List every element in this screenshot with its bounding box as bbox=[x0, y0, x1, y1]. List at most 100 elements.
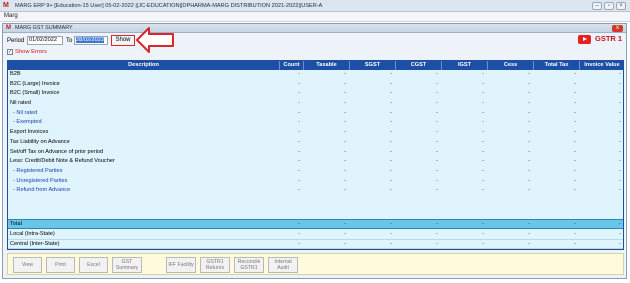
table-row[interactable]: - Refund from Advance - - - - - - - - bbox=[8, 186, 623, 196]
table-row[interactable]: Local (Intra-State) - - - - - - - - bbox=[8, 230, 623, 240]
cell-cgst: - bbox=[436, 100, 438, 107]
cell-cgst: - bbox=[436, 119, 438, 126]
cell-cess: - bbox=[528, 148, 530, 155]
cell-cess: - bbox=[528, 100, 530, 107]
table-row[interactable]: B2C (Small) Invoice - - - - - - - - bbox=[8, 89, 623, 99]
table-row[interactable]: Set/off Tax on Advance of prior period - -… bbox=[8, 148, 623, 158]
cell-taxable: - bbox=[344, 158, 346, 165]
cell-total-tax: - bbox=[574, 231, 576, 237]
cell-invoice-value: - bbox=[619, 240, 621, 247]
cell-count: - bbox=[298, 187, 300, 194]
window-titlebar: M MARG GST SUMMARY x bbox=[3, 24, 626, 33]
cell-total-tax: - bbox=[574, 119, 576, 126]
table-row[interactable]: B2C (Large) Invoice - - - - - - - - bbox=[8, 80, 623, 90]
cell-invoice-value: - bbox=[619, 167, 621, 174]
cell-taxable: - bbox=[344, 148, 346, 155]
table-row[interactable]: Less: Credit/Debit Note & Refund Voucher… bbox=[8, 157, 623, 167]
cell-count: - bbox=[298, 167, 300, 174]
from-date-input[interactable]: 01/02/2022 bbox=[27, 36, 63, 45]
minimize-icon[interactable]: – bbox=[592, 2, 602, 10]
cell-taxable: - bbox=[344, 221, 346, 227]
cell-taxable: - bbox=[344, 119, 346, 126]
cell-igst: - bbox=[482, 177, 484, 184]
show-errors-toggle[interactable]: ✓ Show Errors bbox=[7, 49, 47, 55]
table-body: B2B - - - - - - - - B2C (Large) Invoice - - - - - - - - B2… bbox=[8, 70, 623, 196]
cell-igst: - bbox=[482, 167, 484, 174]
cell-count: - bbox=[298, 177, 300, 184]
cell-invoice-value: - bbox=[619, 80, 621, 87]
gstr1-label: GSTR 1 bbox=[595, 34, 623, 43]
column-header-invoice-value: Invoice Value bbox=[580, 61, 623, 70]
row-description: B2B bbox=[10, 71, 21, 77]
print-button[interactable]: Print bbox=[46, 257, 75, 273]
table-row[interactable]: - Unregistered Parties - - - - - - - - bbox=[8, 177, 623, 187]
table-row[interactable]: Tax Liability on Advance - - - - - - - - bbox=[8, 138, 623, 148]
youtube-icon[interactable] bbox=[578, 35, 591, 44]
cell-cess: - bbox=[528, 231, 530, 237]
app-title: MARG ERP 9+ [Education-15 User] 05-02-20… bbox=[15, 2, 323, 9]
table-row[interactable]: Export Invoices - - - - - - - - bbox=[8, 128, 623, 138]
cell-sgst: - bbox=[390, 119, 392, 126]
iff-facility-button[interactable]: IFF Facility bbox=[166, 257, 196, 273]
cell-cgst: - bbox=[436, 177, 438, 184]
gst-summary-button[interactable]: GST Summary bbox=[112, 257, 142, 273]
marg-logo-icon: M bbox=[6, 25, 11, 31]
cell-invoice-value: - bbox=[619, 158, 621, 165]
row-description: Less: Credit/Debit Note & Refund Voucher bbox=[10, 158, 115, 165]
cell-count: - bbox=[298, 80, 300, 87]
cell-taxable: - bbox=[344, 187, 346, 194]
cell-cgst: - bbox=[436, 231, 438, 237]
reconcile-gstr1-button[interactable]: Reconcile GSTR1 bbox=[234, 257, 264, 273]
cell-sgst: - bbox=[390, 221, 392, 227]
row-description: - Unregistered Parties bbox=[13, 177, 68, 184]
view-button[interactable]: View bbox=[13, 257, 42, 273]
cell-sgst: - bbox=[390, 177, 392, 184]
cell-total-tax: - bbox=[574, 90, 576, 97]
cell-igst: - bbox=[482, 119, 484, 126]
row-description: Central (Inter-State) bbox=[10, 240, 60, 247]
restore-icon[interactable]: ▫ bbox=[604, 2, 614, 10]
show-errors-checkbox[interactable]: ✓ bbox=[7, 49, 13, 55]
row-description: Nil rated bbox=[10, 100, 31, 107]
cell-sgst: - bbox=[390, 90, 392, 97]
close-icon[interactable]: x bbox=[612, 25, 623, 32]
excel-button[interactable]: Excel bbox=[79, 257, 108, 273]
table-row[interactable]: - Exempted - - - - - - - - bbox=[8, 118, 623, 128]
column-header-igst: IGST bbox=[442, 61, 488, 70]
menu-marg[interactable]: Marg bbox=[4, 13, 18, 19]
column-header-cgst: CGST bbox=[396, 61, 442, 70]
cell-igst: - bbox=[482, 129, 484, 136]
table-row[interactable]: Central (Inter-State) - - - - - - - - bbox=[8, 240, 623, 249]
row-description: Set/off Tax on Advance of prior period bbox=[10, 148, 104, 155]
cell-sgst: - bbox=[390, 167, 392, 174]
cell-taxable: - bbox=[344, 177, 346, 184]
table-row[interactable]: Nil rated - - - - - - - - bbox=[8, 99, 623, 109]
to-date-input[interactable]: 28/02/2022 bbox=[74, 36, 108, 45]
table-header: Description Count Taxable SGST CGST IGST Cess T… bbox=[8, 61, 623, 70]
cell-sgst: - bbox=[390, 138, 392, 145]
show-button[interactable]: Show bbox=[111, 35, 135, 46]
row-description: - Refund from Advance bbox=[13, 187, 71, 194]
cell-invoice-value: - bbox=[619, 177, 621, 184]
cell-cgst: - bbox=[436, 138, 438, 145]
cell-total-tax: - bbox=[574, 240, 576, 247]
cell-sgst: - bbox=[390, 158, 392, 165]
cell-igst: - bbox=[482, 221, 484, 227]
cell-sgst: - bbox=[390, 231, 392, 237]
row-description: - Nil rated bbox=[13, 109, 38, 116]
cell-count: - bbox=[298, 148, 300, 155]
table-row[interactable]: - Registered Parties - - - - - - - - bbox=[8, 167, 623, 177]
internal-audit-button[interactable]: Internal Audit bbox=[268, 257, 298, 273]
column-header-sgst: SGST bbox=[350, 61, 396, 70]
cell-cess: - bbox=[528, 177, 530, 184]
table-row[interactable]: - Nil rated - - - - - - - - bbox=[8, 109, 623, 119]
close-window-icon[interactable]: × bbox=[616, 2, 626, 10]
cell-count: - bbox=[298, 158, 300, 165]
column-header-description: Description bbox=[8, 61, 280, 70]
table-row[interactable]: B2B - - - - - - - - bbox=[8, 70, 623, 80]
gstr1-returns-button[interactable]: GSTR1 Returns bbox=[200, 257, 230, 273]
total-row[interactable]: Total - - - - - - - - bbox=[8, 219, 623, 229]
column-header-total-tax: Total Tax bbox=[534, 61, 580, 70]
cell-invoice-value: - bbox=[619, 221, 621, 227]
cell-count: - bbox=[298, 129, 300, 136]
